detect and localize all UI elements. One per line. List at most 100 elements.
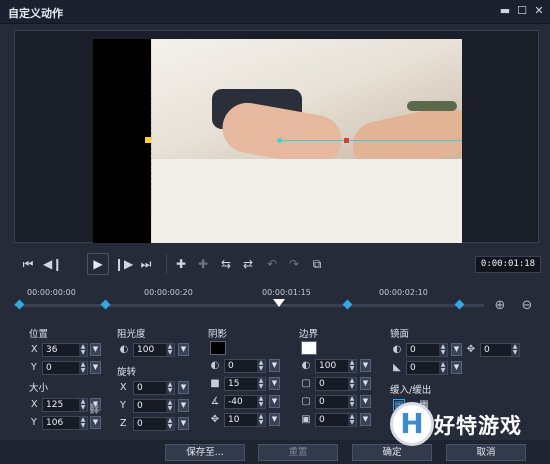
mirror-opacity-icon: ◐ bbox=[392, 344, 402, 355]
spinner-arrows[interactable]: ▲ ▼ bbox=[511, 344, 519, 356]
opacity-menu[interactable]: ▼ bbox=[178, 343, 189, 356]
size-x-input[interactable]: 125 ▲ ▼ bbox=[42, 398, 88, 412]
spinner-arrows[interactable]: ▲ ▼ bbox=[257, 414, 265, 426]
custom-motion-dialog: 自定义动作 ▬ ☐ ✕ ⏮ ◀❙ ▶ ❙▶ ⏭ ✚ ✚ ⇆ ⇄ ↶ ↷ ⧉ 0:… bbox=[0, 0, 550, 464]
close-button[interactable]: ✕ bbox=[532, 4, 546, 18]
go-to-end-icon[interactable]: ⏭ bbox=[137, 255, 155, 273]
shadow-distance-menu[interactable]: ▼ bbox=[269, 413, 280, 426]
rotation-z-menu[interactable]: ▼ bbox=[178, 417, 189, 430]
value: 0 bbox=[137, 419, 143, 429]
mirror-opacity-input[interactable]: 0 ▲ ▼ bbox=[406, 343, 448, 357]
zoom-out-icon[interactable]: ⊖ bbox=[520, 299, 534, 313]
rotation-y-input[interactable]: 0 ▲ ▼ bbox=[133, 399, 175, 413]
keyframe-marker[interactable] bbox=[100, 299, 111, 310]
position-y-menu[interactable]: ▼ bbox=[90, 361, 101, 374]
rotation-z-input[interactable]: 0 ▲ ▼ bbox=[133, 417, 175, 431]
border-width-menu[interactable]: ▼ bbox=[360, 377, 371, 390]
minimize-button[interactable]: ▬ bbox=[498, 4, 512, 18]
spinner-arrows[interactable]: ▲ ▼ bbox=[257, 360, 265, 372]
zoom-in-icon[interactable]: ⊕ bbox=[493, 299, 507, 313]
value: 0 bbox=[319, 379, 325, 389]
position-x-menu[interactable]: ▼ bbox=[90, 343, 101, 356]
swap-keyframes-icon[interactable]: ⇄ bbox=[239, 255, 257, 273]
border-opacity-menu[interactable]: ▼ bbox=[360, 359, 371, 372]
timeline-label: 00:00:00:00 bbox=[27, 288, 76, 297]
motion-path-start-point[interactable] bbox=[277, 138, 282, 143]
mirror-opacity-menu[interactable]: ▼ bbox=[451, 343, 462, 356]
mirror-fade-input[interactable]: 0 ▲ ▼ bbox=[406, 361, 448, 375]
copy-keyframe-icon[interactable]: ⧉ bbox=[308, 255, 326, 273]
move-keyframe-right-icon[interactable]: ↷ bbox=[285, 255, 303, 273]
border-opacity-input[interactable]: 100 ▲ ▼ bbox=[315, 359, 357, 373]
opacity-input[interactable]: 100 ▲ ▼ bbox=[133, 343, 175, 357]
next-frame-icon[interactable]: ❙▶ bbox=[114, 255, 133, 273]
border-radius-input[interactable]: 0 ▲ ▼ bbox=[315, 395, 357, 409]
border-blur-input[interactable]: 0 ▲ ▼ bbox=[315, 413, 357, 427]
playhead[interactable] bbox=[273, 299, 285, 307]
move-keyframe-left-icon[interactable]: ↶ bbox=[263, 255, 281, 273]
spinner-arrows[interactable]: ▲ ▼ bbox=[439, 362, 447, 374]
motion-center-point[interactable] bbox=[344, 138, 349, 143]
reverse-keyframes-icon[interactable]: ⇆ bbox=[217, 255, 235, 273]
maximize-button[interactable]: ☐ bbox=[515, 4, 529, 18]
position-y-input[interactable]: 0 ▲ ▼ bbox=[42, 361, 88, 375]
spinner-arrows[interactable]: ▲ ▼ bbox=[257, 396, 265, 408]
spinner-arrows[interactable]: ▲ ▼ bbox=[348, 396, 356, 408]
keyframe-marker[interactable] bbox=[14, 299, 25, 310]
preview-area[interactable] bbox=[14, 30, 539, 243]
size-y-input[interactable]: 106 ▲ ▼ bbox=[42, 416, 88, 430]
spinner-arrows[interactable]: ▲ ▼ bbox=[439, 344, 447, 356]
timecode-display[interactable]: 0:00:01:18 bbox=[475, 256, 541, 273]
spinner-arrows[interactable]: ▲ ▼ bbox=[79, 344, 87, 356]
shadow-opacity-menu[interactable]: ▼ bbox=[269, 359, 280, 372]
timeline-ruler[interactable]: 00:00:00:00 00:00:00:20 00:00:01:15 00:0… bbox=[14, 288, 484, 318]
border-radius-menu[interactable]: ▼ bbox=[360, 395, 371, 408]
mirror-fade-menu[interactable]: ▼ bbox=[451, 361, 462, 374]
shadow-distance-icon: ✥ bbox=[210, 414, 220, 425]
spinner-arrows[interactable]: ▲ ▼ bbox=[348, 414, 356, 426]
keyframe-marker[interactable] bbox=[342, 299, 353, 310]
shadow-blur-icon: ■ bbox=[210, 378, 220, 389]
reset-button[interactable]: 重置 bbox=[258, 444, 338, 461]
remove-keyframe-icon[interactable]: ✚ bbox=[194, 255, 212, 273]
spinner-arrows[interactable]: ▲ ▼ bbox=[348, 360, 356, 372]
spinner-arrows[interactable]: ▲ ▼ bbox=[166, 382, 174, 394]
spinner-arrows[interactable]: ▲ ▼ bbox=[166, 418, 174, 430]
shadow-distance-input[interactable]: 10 ▲ ▼ bbox=[224, 413, 266, 427]
rotation-x-menu[interactable]: ▼ bbox=[178, 381, 189, 394]
shadow-opacity-input[interactable]: 0 ▲ ▼ bbox=[224, 359, 266, 373]
shadow-blur-input[interactable]: 15 ▲ ▼ bbox=[224, 377, 266, 391]
timeline-track[interactable] bbox=[14, 304, 484, 307]
spinner-arrows[interactable]: ▲ ▼ bbox=[166, 344, 174, 356]
previous-frame-icon[interactable]: ◀❙ bbox=[43, 255, 62, 273]
rotation-y-menu[interactable]: ▼ bbox=[178, 399, 189, 412]
play-button[interactable]: ▶ bbox=[87, 253, 109, 275]
rotation-x-input[interactable]: 0 ▲ ▼ bbox=[133, 381, 175, 395]
crop-handle[interactable] bbox=[145, 137, 151, 143]
preview-photo bbox=[151, 39, 462, 243]
link-icon[interactable]: ⛓ bbox=[88, 404, 101, 416]
border-width-input[interactable]: 0 ▲ ▼ bbox=[315, 377, 357, 391]
value: 100 bbox=[319, 361, 337, 371]
spinner-arrows[interactable]: ▲ ▼ bbox=[79, 362, 87, 374]
spinner-arrows[interactable]: ▲ ▼ bbox=[166, 400, 174, 412]
shadow-angle-menu[interactable]: ▼ bbox=[269, 395, 280, 408]
value: -40 bbox=[228, 397, 243, 407]
spinner-arrows[interactable]: ▲ ▼ bbox=[348, 378, 356, 390]
go-to-start-icon[interactable]: ⏮ bbox=[19, 255, 37, 273]
border-blur-menu[interactable]: ▼ bbox=[360, 413, 371, 426]
border-color-swatch[interactable] bbox=[301, 341, 317, 355]
mirror-offset-input[interactable]: 0 ▲ ▼ bbox=[480, 343, 520, 357]
value: 0 bbox=[410, 363, 416, 373]
shadow-angle-input[interactable]: -40 ▲ ▼ bbox=[224, 395, 266, 409]
position-x-input[interactable]: 36 ▲ ▼ bbox=[42, 343, 88, 357]
shadow-blur-menu[interactable]: ▼ bbox=[269, 377, 280, 390]
shadow-color-swatch[interactable] bbox=[210, 341, 226, 355]
spinner-arrows[interactable]: ▲ ▼ bbox=[79, 417, 87, 429]
spinner-arrows[interactable]: ▲ ▼ bbox=[79, 399, 87, 411]
save-to-button[interactable]: 保存至... bbox=[165, 444, 245, 461]
spinner-arrows[interactable]: ▲ ▼ bbox=[257, 378, 265, 390]
add-keyframe-icon[interactable]: ✚ bbox=[172, 255, 190, 273]
size-y-menu[interactable]: ▼ bbox=[90, 416, 101, 429]
keyframe-marker[interactable] bbox=[454, 299, 465, 310]
